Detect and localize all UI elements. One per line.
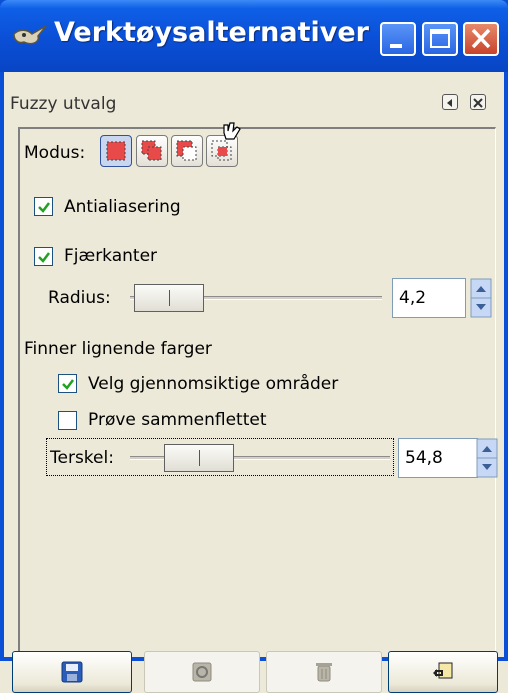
radius-spin-arrows-icon[interactable] [470,278,492,318]
hand-pointer-icon [223,122,241,140]
antialias-label: Antialiasering [64,197,181,217]
reset-icon [433,662,453,679]
restore-icon [192,662,212,682]
panel-close-button[interactable] [470,94,486,110]
threshold-spin-field[interactable]: 54,8 [398,438,478,478]
maximize-button[interactable] [422,22,458,56]
title-bar[interactable]: Verktøysalternativer [0,0,508,72]
radius-label: Radius: [48,288,111,308]
radius-value: 4,2 [399,288,427,308]
antialias-checkbox[interactable] [34,197,53,216]
window-title: Verktøysalternativer [54,17,369,48]
maximize-icon [430,29,450,48]
select-transparent-label: Velg gjennomsiktige områder [88,374,339,394]
tool-options-window: Verktøysalternativer Fuzzy utvalg Modus: [0,0,508,693]
checkmark-icon [38,252,50,263]
feather-checkbox[interactable] [34,247,53,266]
close-icon [473,98,483,108]
radius-spin-field[interactable]: 4,2 [392,278,466,318]
radius-slider-thumb[interactable] [134,284,204,312]
sample-merged-label: Prøve sammenflettet [88,410,267,430]
similar-colors-heading: Finner lignende farger [24,339,212,359]
minimize-button[interactable] [380,22,416,56]
dock-client-area: Fuzzy utvalg Modus: Antialiasering Fjærk… [4,72,504,693]
subtract-selection-icon [176,140,197,161]
reset-options-button[interactable] [388,651,498,693]
save-icon [61,661,83,683]
close-icon [471,28,491,49]
sample-merged-checkbox[interactable] [58,411,77,430]
delete-icon [316,663,332,682]
panel-menu-button[interactable] [442,94,458,110]
delete-options-button[interactable] [266,651,382,693]
triangle-left-icon [447,99,452,107]
mode-subtract-button[interactable] [171,135,203,167]
mode-replace-button[interactable] [100,135,132,167]
add-selection-icon [141,140,162,161]
threshold-slider-thumb[interactable] [164,444,234,472]
feather-label: Fjærkanter [64,246,158,266]
threshold-label: Terskel: [50,448,114,468]
select-transparent-checkbox[interactable] [58,374,77,393]
replace-selection-icon [106,141,126,161]
checkmark-icon [62,379,74,390]
minimize-icon [390,44,402,48]
mode-add-button[interactable] [136,135,168,167]
mode-label: Modus: [24,143,86,163]
threshold-value: 54,8 [405,448,443,468]
gimp-wilber-icon [13,25,47,45]
save-options-button[interactable] [12,651,132,693]
close-button[interactable] [463,22,499,56]
tool-options-panel: Modus: Antialiasering Fjærkanter Radius:… [12,122,498,693]
threshold-spin-arrows-icon[interactable] [476,438,498,478]
panel-title: Fuzzy utvalg [10,94,117,114]
restore-options-button[interactable] [144,651,260,693]
checkmark-icon [38,202,50,213]
